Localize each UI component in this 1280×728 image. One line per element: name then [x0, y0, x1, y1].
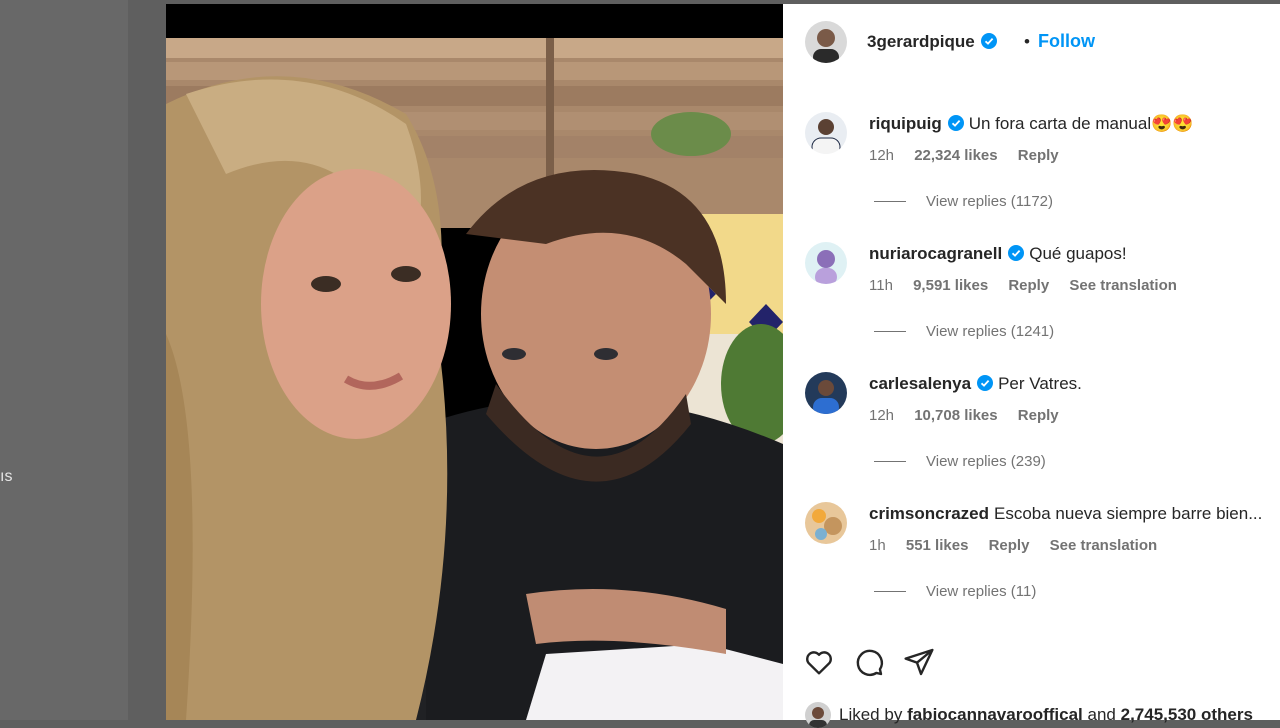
view-replies-button[interactable]: View replies (239) [874, 453, 1046, 470]
verified-badge-icon [980, 33, 997, 49]
liked-by-count[interactable]: 2,745,530 others [1121, 705, 1253, 725]
comment-username[interactable]: nuriarocagranell [869, 244, 1002, 263]
author-avatar[interactable] [805, 21, 847, 63]
comment-line: riquipuig Un fora carta de manual😍😍 [869, 114, 1193, 134]
liked-by-and: and [1087, 705, 1116, 724]
comment-item: carlesalenya Per Vatres. 12h 10,708 likes… [783, 372, 1280, 492]
background-sidebar [0, 0, 128, 720]
see-translation-button[interactable]: See translation [1050, 537, 1158, 554]
view-replies-button[interactable]: View replies (11) [874, 583, 1036, 600]
separator-dot: • [1024, 32, 1030, 51]
commenter-avatar[interactable] [805, 242, 847, 284]
view-replies-label: View replies (239) [926, 453, 1046, 470]
share-icon[interactable] [903, 646, 935, 678]
comment-likes[interactable]: 9,591 likes [913, 277, 988, 294]
comment-likes[interactable]: 10,708 likes [914, 407, 997, 424]
comment-likes[interactable]: 22,324 likes [914, 147, 997, 164]
comment-username[interactable]: crimsoncrazed [869, 504, 989, 523]
view-replies-button[interactable]: View replies (1172) [874, 193, 1053, 210]
comment-time[interactable]: 1h [869, 537, 886, 554]
verified-badge-icon [977, 375, 994, 391]
comment-text: Escoba nueva siempre barre bien... [994, 504, 1263, 523]
post-photo[interactable] [166, 4, 783, 720]
comment-username[interactable]: riquipuig [869, 114, 942, 133]
comment-text: Un fora carta de manual😍😍 [968, 114, 1194, 133]
verified-badge-icon [947, 115, 964, 131]
heart-icon[interactable] [803, 646, 835, 678]
follow-button[interactable]: Follow [1038, 31, 1095, 52]
comment-item: riquipuig Un fora carta de manual😍😍 12h 2… [783, 112, 1280, 232]
comment-text: Per Vatres. [998, 374, 1082, 393]
view-replies-label: View replies (1172) [926, 193, 1054, 210]
comment-line: carlesalenya Per Vatres. [869, 374, 1082, 394]
likes-summary: Liked by fabiocannavarooffical and 2,745… [805, 702, 1253, 728]
post-header: 3gerardpique • Follow [783, 4, 1280, 80]
comment-time[interactable]: 11h [869, 277, 893, 294]
reply-button[interactable]: Reply [1018, 407, 1059, 424]
replies-divider [874, 461, 906, 462]
background-partial-text: ıs [0, 468, 13, 485]
selfie-image [166, 4, 783, 720]
commenter-avatar[interactable] [805, 502, 847, 544]
comment-meta: 12h 10,708 likes Reply [869, 407, 1075, 424]
comment-line: crimsoncrazed Escoba nueva siempre barre … [869, 504, 1262, 524]
commenter-avatar[interactable] [805, 112, 847, 154]
comment-item: nuriarocagranell Qué guapos! 11h 9,591 li… [783, 242, 1280, 362]
comment-icon[interactable] [853, 646, 885, 678]
post-modal: 3gerardpique • Follow riquipuig Un fora c… [166, 4, 1280, 728]
liker-avatar[interactable] [805, 702, 831, 728]
liked-by-prefix: Liked by [839, 705, 903, 724]
comment-meta: 1h 551 likes Reply See translation [869, 537, 1173, 554]
comment-meta: 12h 22,324 likes Reply [869, 147, 1075, 164]
comment-line: nuriarocagranell Qué guapos! [869, 244, 1127, 264]
replies-divider [874, 331, 906, 332]
reply-button[interactable]: Reply [1018, 147, 1059, 164]
commenter-avatar[interactable] [805, 372, 847, 414]
comment-time[interactable]: 12h [869, 147, 894, 164]
reply-button[interactable]: Reply [989, 537, 1030, 554]
reply-button[interactable]: Reply [1008, 277, 1049, 294]
comment-text: Qué guapos! [1029, 244, 1127, 263]
replies-divider [874, 201, 906, 202]
comment-item: crimsoncrazed Escoba nueva siempre barre … [783, 502, 1280, 622]
comment-likes[interactable]: 551 likes [906, 537, 969, 554]
author-username[interactable]: 3gerardpique [867, 32, 997, 52]
comments-panel: 3gerardpique • Follow riquipuig Un fora c… [783, 4, 1280, 728]
action-bar [803, 646, 935, 678]
liked-by-user[interactable]: fabiocannavarooffical [907, 705, 1083, 725]
replies-divider [874, 591, 906, 592]
view-replies-button[interactable]: View replies (1241) [874, 323, 1054, 340]
view-replies-label: View replies (1241) [926, 323, 1055, 340]
comment-username[interactable]: carlesalenya [869, 374, 971, 393]
see-translation-button[interactable]: See translation [1069, 277, 1177, 294]
comment-time[interactable]: 12h [869, 407, 894, 424]
view-replies-label: View replies (11) [926, 583, 1037, 600]
verified-badge-icon [1008, 245, 1025, 261]
comment-meta: 11h 9,591 likes Reply See translation [869, 277, 1193, 294]
